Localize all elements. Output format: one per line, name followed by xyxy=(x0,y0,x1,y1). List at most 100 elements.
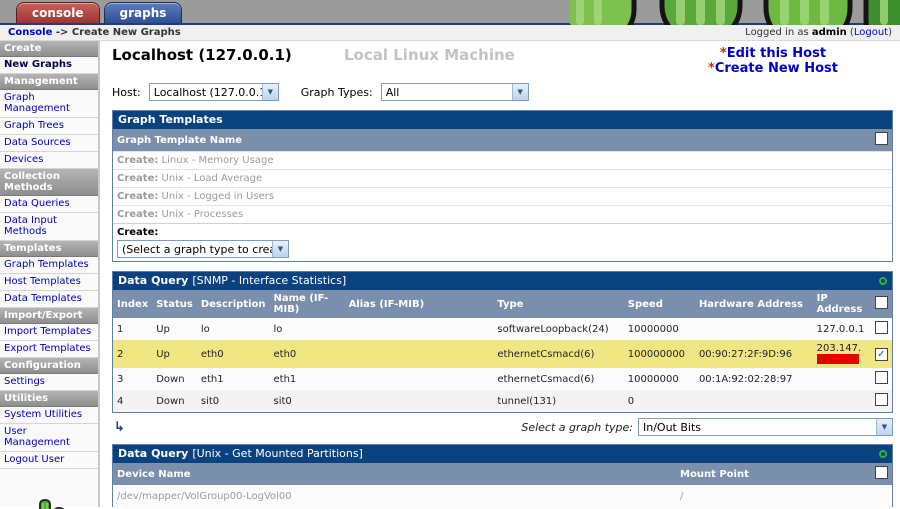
sidebar-header-import-export: Import/Export xyxy=(0,308,98,324)
session-prefix: Logged in as xyxy=(745,27,812,38)
graph-types-select-value: All xyxy=(385,86,400,99)
breadcrumb-console-link[interactable]: Console xyxy=(8,27,52,38)
unix-query-subtitle: [Unix - Get Mounted Partitions] xyxy=(192,447,363,460)
sidebar: Create New Graphs Management Graph Manag… xyxy=(0,41,100,509)
unix-data-query-table: Data Query [Unix - Get Mounted Partition… xyxy=(112,444,893,507)
edit-host-link[interactable]: Edit this Host xyxy=(727,46,826,61)
graph-templates-title-text: Graph Templates xyxy=(118,113,223,126)
asterisk-icon: * xyxy=(719,46,727,61)
snmp-row[interactable]: 4 Down sit0 sit0 tunnel(131) 0 xyxy=(113,390,892,412)
graph-types-select[interactable]: All ▼ xyxy=(380,83,529,101)
snmp-row[interactable]: 2 Up eth0 eth0 ethernetCsmacd(6) 100000000… xyxy=(113,340,892,368)
snmp-data-query-table: Data Query [SNMP - Interface Statistics]… xyxy=(112,271,893,413)
graph-type-label: Select a graph type: xyxy=(521,420,633,434)
breadcrumb-current: Create New Graphs xyxy=(71,27,181,38)
redacted-ip xyxy=(816,354,859,364)
session-info: Logged in as admin (Logout) xyxy=(745,27,892,38)
reload-query-icon[interactable] xyxy=(879,449,887,458)
graph-templates-column-header: Graph Template Name xyxy=(113,129,892,152)
create-template-row: Create: (Select a graph type to create) … xyxy=(113,223,892,261)
select-all-checkbox[interactable] xyxy=(875,466,888,479)
breadcrumb-bar: Console -> Create New Graphs Logged in a… xyxy=(0,25,900,41)
chevron-down-icon: ▼ xyxy=(876,419,892,435)
col-graph-template-name: Graph Template Name xyxy=(117,134,243,146)
asterisk-icon: * xyxy=(708,61,715,76)
graph-type-select-value: In/Out Bits xyxy=(643,421,702,434)
sidebar-item-import-templates[interactable]: Import Templates xyxy=(0,324,98,341)
sidebar-header-management: Management xyxy=(0,74,98,90)
sidebar-item-data-sources[interactable]: Data Sources xyxy=(0,135,98,152)
snmp-row[interactable]: 3 Down eth1 eth1 ethernetCsmacd(6) 1000000… xyxy=(113,368,892,390)
graph-templates-title: Graph Templates xyxy=(113,111,892,129)
sidebar-item-system-utilities[interactable]: System Utilities xyxy=(0,407,98,424)
create-label: Create: xyxy=(117,227,159,238)
sidebar-item-user-management[interactable]: User Management xyxy=(0,424,98,452)
host-select-value: Localhost (127.0.0.1) xyxy=(153,86,262,99)
sidebar-item-graph-management[interactable]: Graph Management xyxy=(0,90,98,118)
host-title: Localhost (127.0.0.1) xyxy=(112,46,292,64)
sidebar-item-devices[interactable]: Devices xyxy=(0,152,98,169)
sidebar-item-export-templates[interactable]: Export Templates xyxy=(0,341,98,358)
host-select-label: Host: xyxy=(112,85,141,99)
snmp-query-title: Data Query [SNMP - Interface Statistics] xyxy=(113,272,892,290)
partition-row[interactable]: /dev/mapper/VolGroup00-LogVol00 / xyxy=(113,485,892,507)
graph-template-row[interactable]: Create: Unix - Logged in Users xyxy=(113,187,892,206)
row-checkbox[interactable] xyxy=(875,393,888,406)
sidebar-item-host-templates[interactable]: Host Templates xyxy=(0,274,98,291)
cacti-banner-graphic xyxy=(570,0,900,25)
row-checkbox[interactable]: ✓ xyxy=(875,347,888,361)
sidebar-header-configuration: Configuration xyxy=(0,358,98,374)
reload-query-icon[interactable] xyxy=(879,276,887,285)
breadcrumb-arrow: -> xyxy=(55,27,69,38)
sidebar-header-utilities: Utilities xyxy=(0,391,98,407)
chevron-down-icon: ▼ xyxy=(272,241,288,257)
sidebar-header-collection-methods: Collection Methods xyxy=(0,169,98,196)
unix-query-title: Data Query [Unix - Get Mounted Partition… xyxy=(113,445,892,463)
snmp-query-subtitle: [SNMP - Interface Statistics] xyxy=(192,274,347,287)
host-description: Local Linux Machine xyxy=(344,46,515,64)
graph-types-label: Graph Types: xyxy=(300,85,373,99)
session-user: admin xyxy=(811,27,847,38)
select-all-checkbox[interactable] xyxy=(875,296,888,309)
session-paren: ( xyxy=(846,27,854,38)
tab-console[interactable]: console xyxy=(16,2,100,23)
session-paren2: ) xyxy=(888,27,892,38)
sidebar-item-data-queries[interactable]: Data Queries xyxy=(0,196,98,213)
select-all-checkbox[interactable] xyxy=(875,132,888,145)
breadcrumb: Console -> Create New Graphs xyxy=(8,27,745,38)
main-tabs: console graphs xyxy=(16,2,183,23)
sidebar-item-new-graphs[interactable]: New Graphs xyxy=(0,57,98,74)
corner-arrow-icon: ↳ xyxy=(114,419,125,435)
unix-query-title-text: Data Query xyxy=(118,447,189,460)
unix-column-header: Device Name Mount Point xyxy=(113,463,892,485)
sidebar-header-templates: Templates xyxy=(0,241,98,257)
top-banner: console graphs xyxy=(0,0,900,25)
logout-link[interactable]: Logout xyxy=(854,27,888,38)
sidebar-item-settings[interactable]: Settings xyxy=(0,374,98,391)
create-host-link[interactable]: Create New Host xyxy=(715,61,838,76)
graph-template-row[interactable]: Create: Unix - Processes xyxy=(113,205,892,224)
sidebar-item-graph-trees[interactable]: Graph Trees xyxy=(0,118,98,135)
sidebar-item-data-templates[interactable]: Data Templates xyxy=(0,291,98,308)
snmp-column-header: Index Status Description Name (IF-MIB) A… xyxy=(113,290,892,318)
snmp-query-title-text: Data Query xyxy=(118,274,189,287)
sidebar-item-graph-templates[interactable]: Graph Templates xyxy=(0,257,98,274)
sidebar-item-data-input-methods[interactable]: Data Input Methods xyxy=(0,213,98,241)
cactus-logo xyxy=(39,499,64,509)
graph-templates-table: Graph Templates Graph Template Name Crea… xyxy=(112,110,893,262)
graph-type-create-select[interactable]: (Select a graph type to create) ▼ xyxy=(117,240,289,258)
row-checkbox[interactable] xyxy=(875,371,888,384)
graph-template-row[interactable]: Create: Linux - Memory Usage xyxy=(113,151,892,170)
chevron-down-icon: ▼ xyxy=(261,84,278,100)
row-checkbox[interactable] xyxy=(875,321,888,334)
chevron-down-icon: ▼ xyxy=(511,84,528,100)
sidebar-item-logout-user[interactable]: Logout User xyxy=(0,452,98,469)
main-content: Localhost (127.0.0.1) Local Linux Machin… xyxy=(100,41,900,507)
sidebar-header-create: Create xyxy=(0,41,98,57)
host-select[interactable]: Localhost (127.0.0.1) ▼ xyxy=(148,83,279,101)
tab-graphs[interactable]: graphs xyxy=(103,2,183,23)
graph-type-create-value: (Select a graph type to create) xyxy=(122,243,272,256)
graph-type-select[interactable]: In/Out Bits ▼ xyxy=(638,418,893,436)
graph-template-row[interactable]: Create: Unix - Load Average xyxy=(113,169,892,188)
snmp-row[interactable]: 1 Up lo lo softwareLoopback(24) 10000000 1… xyxy=(113,318,892,340)
